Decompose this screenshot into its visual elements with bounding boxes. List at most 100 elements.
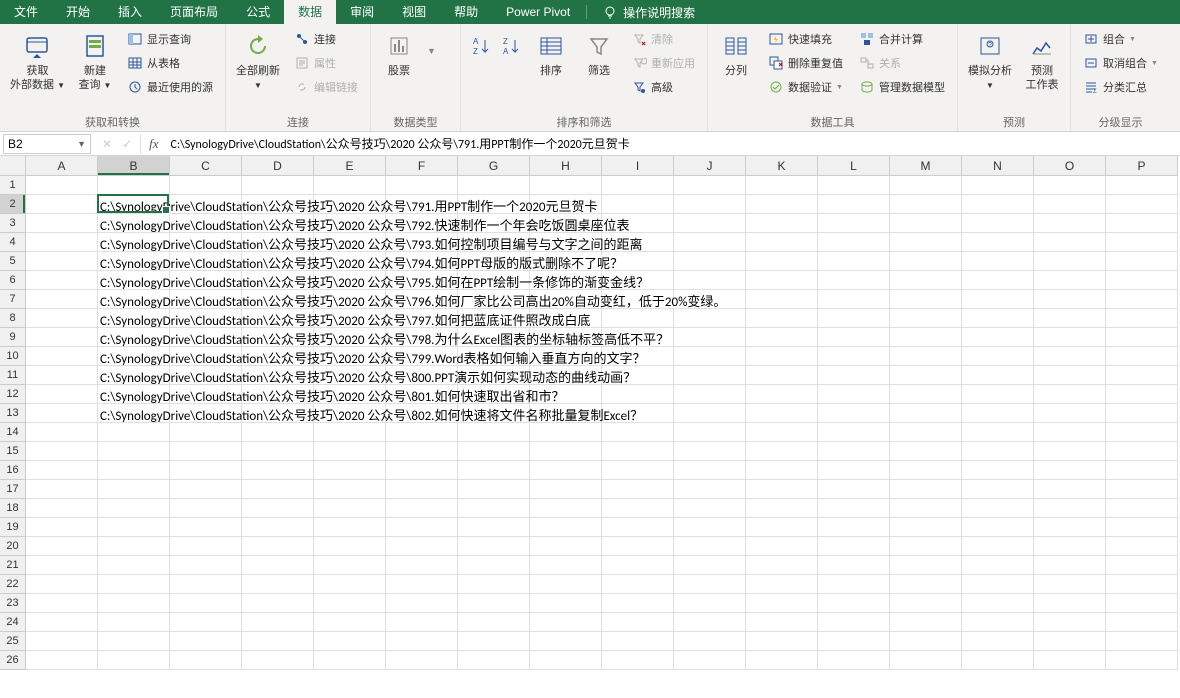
cell-O25[interactable] <box>1034 632 1106 651</box>
cell-I1[interactable] <box>602 176 674 195</box>
row-header-5[interactable]: 5 <box>0 252 26 271</box>
cell-B3[interactable]: C:\SynologyDrive\CloudStation\公众号技巧\2020… <box>98 214 170 233</box>
cell-N20[interactable] <box>962 537 1034 556</box>
cell-K9[interactable] <box>746 328 818 347</box>
cell-N15[interactable] <box>962 442 1034 461</box>
cell-P14[interactable] <box>1106 423 1178 442</box>
col-header-N[interactable]: N <box>962 156 1034 176</box>
cell-K10[interactable] <box>746 347 818 366</box>
row-header-23[interactable]: 23 <box>0 594 26 613</box>
relationships-button[interactable]: 关系 <box>855 52 949 74</box>
cell-M14[interactable] <box>890 423 962 442</box>
cell-M18[interactable] <box>890 499 962 518</box>
cell-I2[interactable] <box>602 195 674 214</box>
cell-O4[interactable] <box>1034 233 1106 252</box>
cell-J10[interactable] <box>674 347 746 366</box>
cell-O19[interactable] <box>1034 518 1106 537</box>
cell-A7[interactable] <box>26 290 98 309</box>
cell-F20[interactable] <box>386 537 458 556</box>
cell-L21[interactable] <box>818 556 890 575</box>
cell-G15[interactable] <box>458 442 530 461</box>
cell-L18[interactable] <box>818 499 890 518</box>
cell-M11[interactable] <box>890 366 962 385</box>
cell-N22[interactable] <box>962 575 1034 594</box>
cell-E25[interactable] <box>314 632 386 651</box>
cell-I8[interactable] <box>602 309 674 328</box>
cell-J19[interactable] <box>674 518 746 537</box>
cell-B12[interactable]: C:\SynologyDrive\CloudStation\公众号技巧\2020… <box>98 385 170 404</box>
cell-L11[interactable] <box>818 366 890 385</box>
cell-P10[interactable] <box>1106 347 1178 366</box>
cell-H19[interactable] <box>530 518 602 537</box>
cell-F24[interactable] <box>386 613 458 632</box>
cell-N10[interactable] <box>962 347 1034 366</box>
cell-K2[interactable] <box>746 195 818 214</box>
cell-A17[interactable] <box>26 480 98 499</box>
cell-N26[interactable] <box>962 651 1034 670</box>
cell-E23[interactable] <box>314 594 386 613</box>
confirm-formula-button[interactable]: ✓ <box>122 137 132 151</box>
row-header-15[interactable]: 15 <box>0 442 26 461</box>
cell-O17[interactable] <box>1034 480 1106 499</box>
cell-M5[interactable] <box>890 252 962 271</box>
cell-K14[interactable] <box>746 423 818 442</box>
cell-A19[interactable] <box>26 518 98 537</box>
cell-I18[interactable] <box>602 499 674 518</box>
cell-K19[interactable] <box>746 518 818 537</box>
cell-H21[interactable] <box>530 556 602 575</box>
cell-O6[interactable] <box>1034 271 1106 290</box>
row-header-4[interactable]: 4 <box>0 233 26 252</box>
cell-L9[interactable] <box>818 328 890 347</box>
cell-G1[interactable] <box>458 176 530 195</box>
cell-P4[interactable] <box>1106 233 1178 252</box>
cell-H20[interactable] <box>530 537 602 556</box>
what-if-button[interactable]: ? 模拟分析▼ <box>964 26 1016 95</box>
cell-B14[interactable] <box>98 423 170 442</box>
cell-H16[interactable] <box>530 461 602 480</box>
cell-O11[interactable] <box>1034 366 1106 385</box>
col-header-L[interactable]: L <box>818 156 890 176</box>
cell-A3[interactable] <box>26 214 98 233</box>
cell-G14[interactable] <box>458 423 530 442</box>
cell-L15[interactable] <box>818 442 890 461</box>
cell-O2[interactable] <box>1034 195 1106 214</box>
cell-C17[interactable] <box>170 480 242 499</box>
cell-P13[interactable] <box>1106 404 1178 423</box>
cell-P20[interactable] <box>1106 537 1178 556</box>
cell-A12[interactable] <box>26 385 98 404</box>
row-header-16[interactable]: 16 <box>0 461 26 480</box>
cell-B4[interactable]: C:\SynologyDrive\CloudStation\公众号技巧\2020… <box>98 233 170 252</box>
cell-N11[interactable] <box>962 366 1034 385</box>
cell-P21[interactable] <box>1106 556 1178 575</box>
cell-A21[interactable] <box>26 556 98 575</box>
cell-C26[interactable] <box>170 651 242 670</box>
cell-P8[interactable] <box>1106 309 1178 328</box>
cell-O16[interactable] <box>1034 461 1106 480</box>
cell-A20[interactable] <box>26 537 98 556</box>
cell-H24[interactable] <box>530 613 602 632</box>
col-header-F[interactable]: F <box>386 156 458 176</box>
cell-C1[interactable] <box>170 176 242 195</box>
cell-B1[interactable] <box>98 176 170 195</box>
cell-I15[interactable] <box>602 442 674 461</box>
cell-O3[interactable] <box>1034 214 1106 233</box>
cell-J15[interactable] <box>674 442 746 461</box>
cell-F1[interactable] <box>386 176 458 195</box>
cell-L23[interactable] <box>818 594 890 613</box>
cell-G23[interactable] <box>458 594 530 613</box>
cell-I12[interactable] <box>602 385 674 404</box>
cell-J2[interactable] <box>674 195 746 214</box>
chevron-down-icon[interactable]: ▼ <box>427 46 436 56</box>
cell-L12[interactable] <box>818 385 890 404</box>
cell-L5[interactable] <box>818 252 890 271</box>
cell-E17[interactable] <box>314 480 386 499</box>
cell-D1[interactable] <box>242 176 314 195</box>
cell-C19[interactable] <box>170 518 242 537</box>
cell-L6[interactable] <box>818 271 890 290</box>
cell-O1[interactable] <box>1034 176 1106 195</box>
cell-E21[interactable] <box>314 556 386 575</box>
cell-B5[interactable]: C:\SynologyDrive\CloudStation\公众号技巧\2020… <box>98 252 170 271</box>
cell-D18[interactable] <box>242 499 314 518</box>
cell-K4[interactable] <box>746 233 818 252</box>
cell-F22[interactable] <box>386 575 458 594</box>
